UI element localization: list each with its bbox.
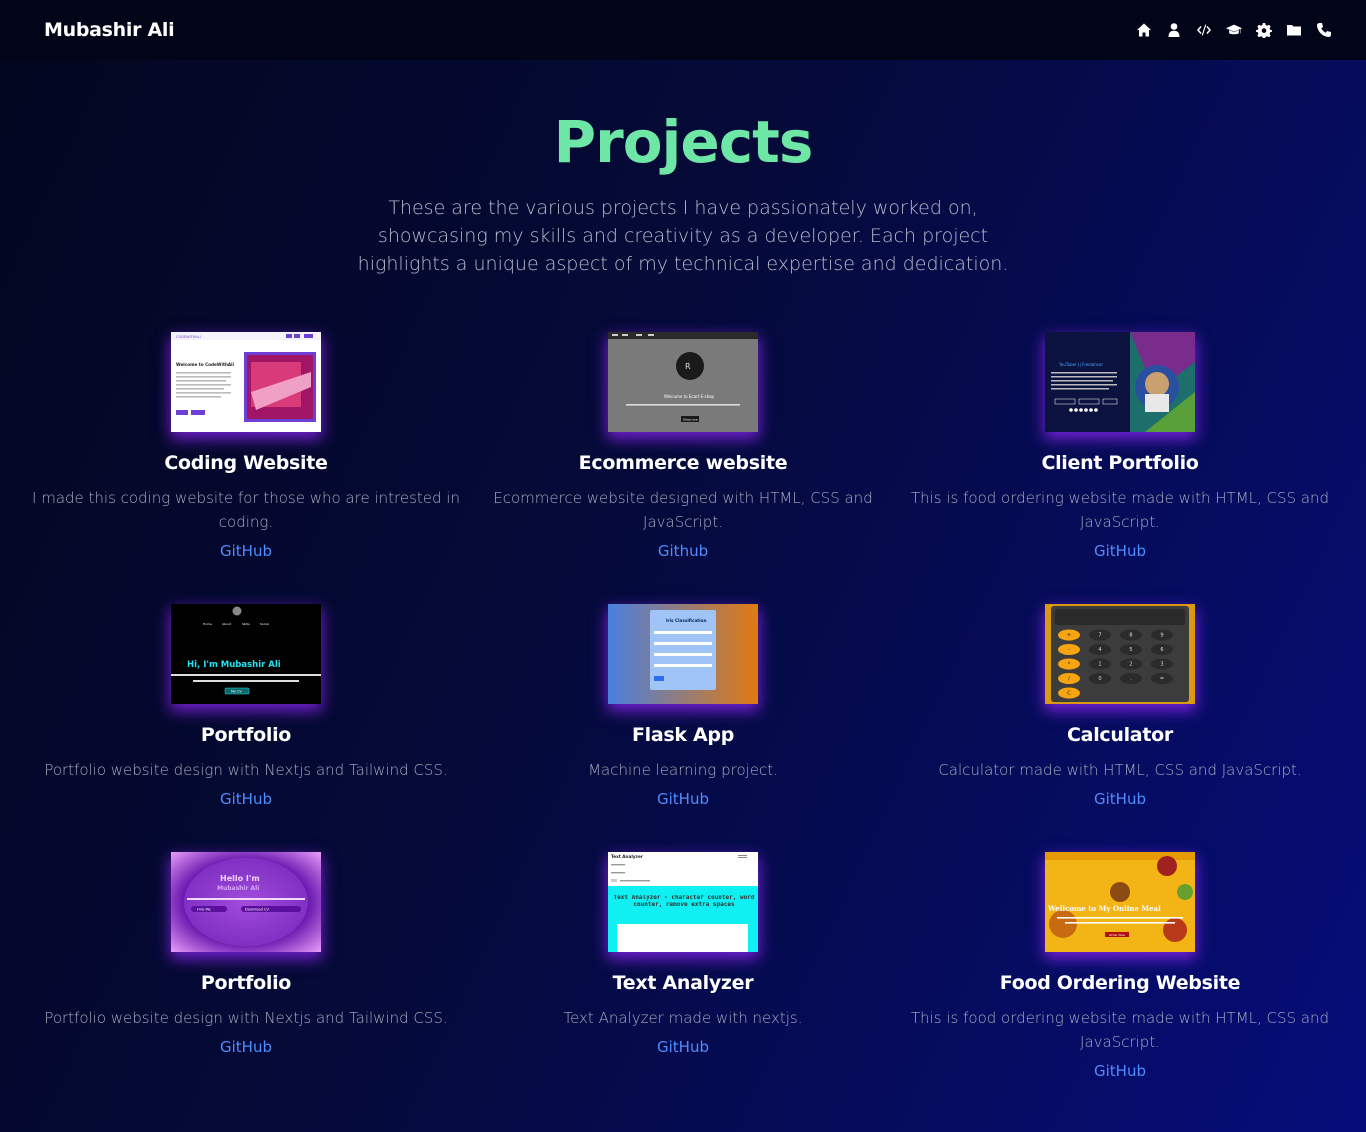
project-card: Iris Classification Flask App Machine le… (463, 604, 903, 808)
user-icon[interactable] (1166, 22, 1182, 38)
graduation-cap-icon[interactable] (1226, 22, 1242, 38)
calculator-key-label: C (1067, 691, 1071, 697)
svg-text:My CV: My CV (231, 690, 242, 694)
project-description: I made this coding website for those who… (32, 489, 460, 531)
github-link[interactable]: Github (658, 542, 708, 560)
brand-name[interactable]: Mubashir Ali (44, 19, 175, 41)
calculator-key-label: 1 (1098, 662, 1101, 668)
project-thumbnail[interactable]: Wellcome to My Online Meal Order Now (1045, 852, 1195, 952)
github-link[interactable]: GitHub (220, 790, 272, 808)
project-description: Text Analyzer made with nextjs. (563, 1009, 803, 1027)
svg-text:About: About (222, 622, 232, 626)
project-card: Wellcome to My Online Meal Order Now Foo… (900, 852, 1340, 1080)
project-thumbnail[interactable]: Home About Skills Social Hi, I'm Mubashi… (171, 604, 321, 704)
svg-text:Hi, I'm Mubashir Ali: Hi, I'm Mubashir Ali (187, 660, 281, 670)
project-title: Food Ordering Website (999, 972, 1241, 994)
project-thumbnail[interactable]: Iris Classification (608, 604, 758, 704)
svg-text:Hire Me: Hire Me (197, 908, 212, 912)
gear-icon[interactable] (1256, 22, 1272, 38)
phone-icon[interactable] (1316, 22, 1332, 38)
project-description: Ecommerce website designed with HTML, CS… (493, 489, 873, 531)
project-title: Ecommerce website (578, 452, 788, 474)
calculator-key-label: = (1160, 676, 1164, 682)
svg-text:Home: Home (203, 622, 212, 626)
project-card: CODEWITHALI Welcome to CodeWithAli Codin… (26, 332, 466, 560)
project-thumbnail[interactable]: +7 8 9-4 5 6 * 1 2 3/0. = C (1045, 604, 1195, 704)
calculator-key-label: 8 (1129, 633, 1132, 639)
calculator-key-label: 2 (1129, 662, 1132, 668)
code-icon[interactable] (1196, 22, 1212, 38)
svg-text:Welcome to CodeWithAli: Welcome to CodeWithAli (176, 362, 235, 367)
project-description: This is food ordering website made with … (910, 489, 1330, 531)
project-thumbnail[interactable]: Text Analyzer Text Analyzer - character … (608, 852, 758, 952)
page-title: Projects (553, 108, 814, 176)
svg-text:R: R (685, 362, 691, 371)
calculator-key-label: + (1067, 633, 1071, 639)
project-description: Machine learning project. (588, 761, 778, 779)
project-card: R Welcome to Ecart E-shop Shop now Ecomm… (463, 332, 903, 560)
svg-text:Shop now: Shop now (683, 418, 698, 422)
github-link[interactable]: GitHub (220, 542, 272, 560)
calculator-key-label: 5 (1129, 647, 1132, 653)
folder-icon[interactable] (1286, 22, 1302, 38)
svg-text:Skills: Skills (242, 622, 250, 626)
project-title: Client Portfolio (1041, 452, 1199, 474)
project-card: Text Analyzer Text Analyzer - character … (463, 852, 903, 1056)
svg-text:Download CV: Download CV (245, 908, 270, 912)
github-link[interactable]: GitHub (1094, 1062, 1146, 1080)
calculator-key-label: 7 (1098, 633, 1101, 639)
svg-text:Social: Social (260, 622, 269, 626)
github-link[interactable]: GitHub (657, 790, 709, 808)
github-link[interactable]: GitHub (1094, 790, 1146, 808)
calculator-key-label: 0 (1098, 676, 1101, 682)
project-title: Coding Website (164, 452, 328, 474)
project-title: Portfolio (200, 972, 292, 994)
project-thumbnail[interactable]: Hello I'm Mubashir Ali Hire Me Download … (171, 852, 321, 952)
svg-text:Hello I'm: Hello I'm (220, 874, 260, 883)
calculator-key-label: 9 (1160, 633, 1163, 639)
project-thumbnail[interactable]: R Welcome to Ecart E-shop Shop now (608, 332, 758, 432)
project-thumbnail[interactable]: CODEWITHALI Welcome to CodeWithAli (171, 332, 321, 432)
thumb-nav-brand: CODEWITHALI (176, 335, 201, 339)
github-link[interactable]: GitHub (657, 1038, 709, 1056)
svg-text:Mubashir Ali: Mubashir Ali (217, 885, 259, 892)
project-card: YouTuber || Freelancer Client Portfolio … (900, 332, 1340, 560)
svg-text:Welcome to Ecart E-shop: Welcome to Ecart E-shop (664, 394, 715, 399)
intro-text: These are the various projects I have pa… (357, 197, 1009, 275)
calculator-key-label: - (1068, 647, 1070, 653)
svg-text:Order Now: Order Now (1109, 933, 1126, 937)
project-title: Portfolio (200, 724, 292, 746)
svg-text:Wellcome to My Online Meal: Wellcome to My Online Meal (1047, 904, 1161, 913)
project-thumbnail[interactable]: YouTuber || Freelancer (1045, 332, 1195, 432)
svg-text:Text Analyzer: Text Analyzer (611, 854, 644, 859)
project-description: Calculator made with HTML, CSS and JavaS… (938, 761, 1302, 779)
project-description: This is food ordering website made with … (910, 1009, 1330, 1051)
calculator-key-label: 6 (1160, 647, 1163, 653)
github-link[interactable]: GitHub (220, 1038, 272, 1056)
project-title: Calculator (1067, 724, 1173, 746)
calculator-key-label: 4 (1098, 647, 1101, 653)
project-description: Portfolio website design with Nextjs and… (44, 1009, 448, 1027)
nav-icons (1136, 22, 1332, 38)
calculator-key-label: 3 (1160, 662, 1163, 668)
home-icon[interactable] (1136, 22, 1152, 38)
project-card: +7 8 9-4 5 6 * 1 2 3/0. = C Calculator Calculator … (900, 604, 1340, 808)
project-card: Home About Skills Social Hi, I'm Mubashi… (26, 604, 466, 808)
svg-text:Iris Classification: Iris Classification (666, 618, 706, 623)
project-title: Text Analyzer (612, 972, 754, 994)
navbar: Mubashir Ali (0, 0, 1366, 60)
github-link[interactable]: GitHub (1094, 542, 1146, 560)
project-card: Hello I'm Mubashir Ali Hire Me Download … (26, 852, 466, 1056)
project-description: Portfolio website design with Nextjs and… (44, 761, 448, 779)
svg-text:YouTuber || Freelancer: YouTuber || Freelancer (1058, 362, 1103, 367)
project-title: Flask App (631, 724, 735, 746)
